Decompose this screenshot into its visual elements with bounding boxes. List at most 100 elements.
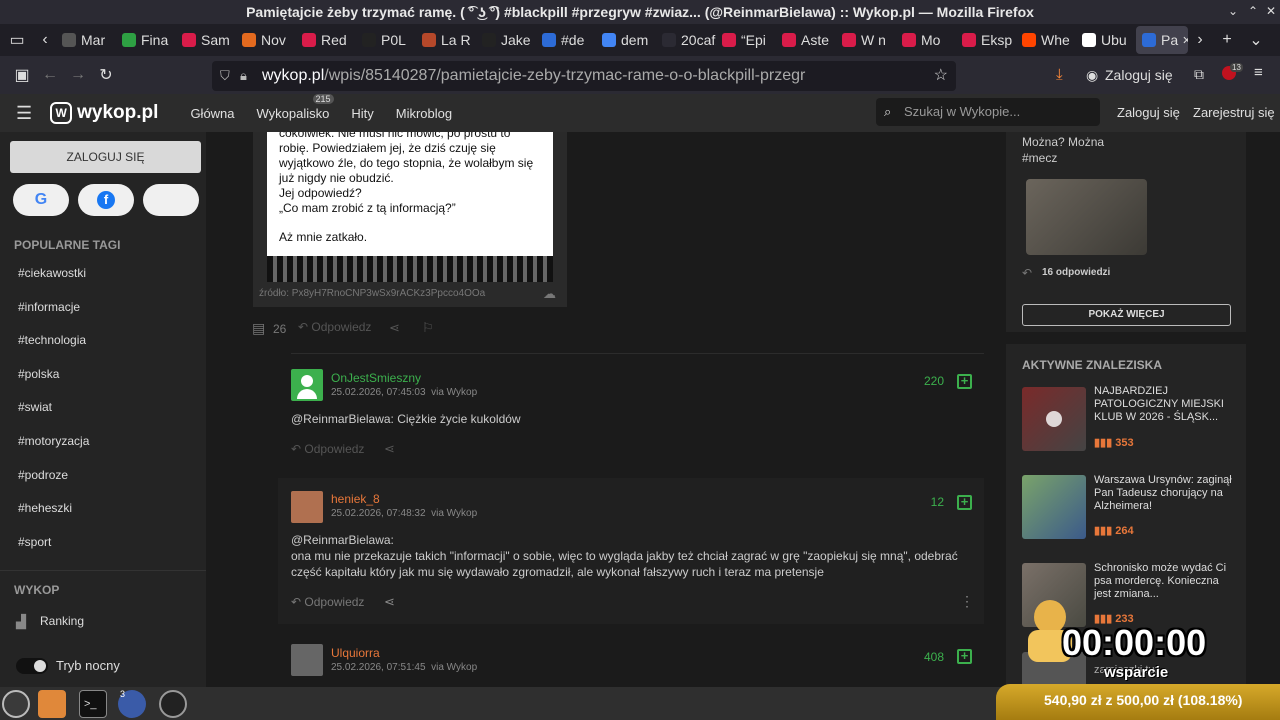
browser-login-label[interactable]: Zaloguj się <box>1105 67 1173 83</box>
sidebar-tag-link[interactable]: #motoryzacja <box>18 425 206 459</box>
finding-title[interactable]: Schronisko może wydać Ci psa mordercę. K… <box>1094 562 1232 601</box>
site-register-link[interactable]: Zarejestruj się <box>1193 105 1275 120</box>
comment-username[interactable]: heniek_8 <box>331 492 380 506</box>
wykop-logo-icon[interactable]: W <box>50 102 73 124</box>
browser-tab[interactable]: Pa ✕ <box>1136 26 1188 54</box>
finding-title[interactable]: NAJBARDZIEJ PATOLOGICZNY MIEJSKI KLUB W … <box>1094 385 1232 424</box>
close-window-icon[interactable]: ✕ <box>1266 4 1276 18</box>
browser-tab[interactable]: Mo <box>896 26 956 54</box>
sidebar-tag-link[interactable]: #ciekawostki <box>18 257 206 291</box>
sidebar-tag-link[interactable]: #polska <box>18 358 206 392</box>
browser-tab[interactable]: “Epi <box>716 26 776 54</box>
site-login-link[interactable]: Zaloguj się <box>1117 105 1180 120</box>
sidebar-tag-link[interactable]: #swiat <box>18 391 206 425</box>
nav-mikroblog[interactable]: Mikroblog <box>396 106 452 121</box>
night-mode-toggle[interactable] <box>16 658 48 674</box>
tab-list-icon[interactable]: ▭ <box>0 30 34 50</box>
comment-username[interactable]: OnJestSmieszny <box>331 371 421 385</box>
browser-tab[interactable]: Nov <box>236 26 296 54</box>
user-avatar[interactable] <box>291 644 323 676</box>
browser-tab[interactable]: Ubu <box>1076 26 1136 54</box>
tab-overflow-icon[interactable]: ⌄ <box>1242 30 1270 50</box>
right-entry-tag[interactable]: #mecz <box>1022 151 1057 165</box>
right-replies-count[interactable]: 16 odpowiedzi <box>1042 267 1110 278</box>
nav-wykopalisko[interactable]: Wykopalisko 215 <box>257 93 334 121</box>
files-icon[interactable] <box>38 690 66 718</box>
account-icon[interactable]: ◉ <box>1086 67 1098 84</box>
ranking-link[interactable]: Ranking <box>40 614 84 628</box>
browser-tab[interactable]: Eksp <box>956 26 1016 54</box>
finding-thumbnail[interactable] <box>1022 475 1086 539</box>
browser-tab[interactable]: P0L <box>356 26 416 54</box>
facebook-login-icon[interactable]: f <box>78 184 134 216</box>
more-options-icon[interactable]: ⋮ <box>960 593 974 610</box>
sidebar-tag-link[interactable]: #heheszki <box>18 492 206 526</box>
finding-thumbnail[interactable] <box>1022 387 1086 451</box>
tabs-scroll-left-icon[interactable]: ‹ <box>34 31 56 49</box>
comment-via: via Wykop <box>431 662 478 673</box>
nav-hity[interactable]: Hity <box>351 106 373 121</box>
shield-icon[interactable]: ⛉ <box>220 61 230 91</box>
downloads-icon[interactable]: ⤓ <box>1056 66 1063 83</box>
obs-icon[interactable] <box>159 690 187 718</box>
sidebar-tag-link[interactable]: #technologia <box>18 324 206 358</box>
reload-icon[interactable]: ↻ <box>92 65 120 85</box>
comments-icon[interactable]: ▤ <box>252 320 265 337</box>
terminal-icon[interactable]: >_ <box>79 690 107 718</box>
bookmark-star-icon[interactable]: ☆ <box>934 61 948 91</box>
maximize-icon[interactable]: ⌃ <box>1248 4 1258 18</box>
favorite-icon[interactable]: ⚐ <box>422 320 434 336</box>
app-menu-icon[interactable] <box>2 690 30 718</box>
sidebar-login-button[interactable]: ZALOGUJ SIĘ <box>10 141 201 173</box>
wykop-section-title: WYKOP <box>14 583 60 597</box>
download-cloud-icon[interactable]: ☁ <box>543 286 556 302</box>
upvote-plus-icon[interactable]: + <box>957 374 972 389</box>
back-icon[interactable]: ← <box>36 66 64 84</box>
share-icon[interactable]: ⋖ <box>384 441 395 457</box>
upvote-plus-icon[interactable]: + <box>957 495 972 510</box>
sidebar-tag-link[interactable]: #podroze <box>18 459 206 493</box>
browser-tab[interactable]: W n <box>836 26 896 54</box>
browser-tab[interactable]: 20caf2 <box>656 26 716 54</box>
sidebar-tag-link[interactable]: #sport <box>18 526 206 560</box>
browser-tab[interactable]: dem <box>596 26 656 54</box>
site-logo[interactable]: wykop.pl <box>77 102 158 124</box>
share-icon[interactable]: ⋖ <box>389 320 400 336</box>
hamburger-icon[interactable]: ☰ <box>16 103 32 124</box>
post-reply-button[interactable]: ↶ Odpowiedz <box>298 320 371 334</box>
browser-tab[interactable]: Red <box>296 26 356 54</box>
new-tab-icon[interactable]: + <box>1212 31 1242 49</box>
minimize-icon[interactable]: ⌄ <box>1228 4 1238 18</box>
menu-icon[interactable]: ≡ <box>1254 64 1263 81</box>
browser-tab[interactable]: Fina <box>116 26 176 54</box>
share-icon[interactable]: ⋖ <box>384 594 395 610</box>
apple-login-icon[interactable] <box>143 184 199 216</box>
user-avatar[interactable] <box>291 369 323 401</box>
lock-icon[interactable]: 🔒︎ <box>240 61 247 91</box>
nav-glowna[interactable]: Główna <box>190 106 234 121</box>
comment-username[interactable]: Ulquiorra <box>331 646 380 660</box>
google-login-icon[interactable]: G <box>13 184 69 216</box>
sidebar-toggle-icon[interactable]: ▣ <box>8 65 36 85</box>
comment-reply-button[interactable]: ↶ Odpowiedz <box>291 595 364 609</box>
browser-tab[interactable]: Mar <box>56 26 116 54</box>
forward-icon[interactable]: → <box>64 66 92 84</box>
browser-tab[interactable]: La R <box>416 26 476 54</box>
post-image[interactable]: cokolwiek. Nie musi nic mówić, po prostu… <box>253 132 567 307</box>
browser-tab[interactable]: Aste <box>776 26 836 54</box>
browser-tab[interactable]: Sam <box>176 26 236 54</box>
tabs-scroll-right-icon[interactable]: › <box>1188 31 1212 49</box>
user-avatar[interactable] <box>291 491 323 523</box>
finding-title[interactable]: Warszawa Ursynów: zaginął Pan Tadeusz ch… <box>1094 474 1232 513</box>
search-input[interactable]: ⌕ Szukaj w Wykopie... <box>876 98 1100 126</box>
upvote-plus-icon[interactable]: + <box>957 649 972 664</box>
extensions-icon[interactable]: ⧉ <box>1194 66 1204 83</box>
sidebar-tag-link[interactable]: #informacje <box>18 291 206 325</box>
browser-tab[interactable]: Jake <box>476 26 536 54</box>
right-entry-image[interactable] <box>1026 179 1147 255</box>
url-bar[interactable]: ⛉ 🔒︎ wykop.pl/wpis/85140287/pamietajcie-… <box>212 61 956 91</box>
browser-tab[interactable]: Whe <box>1016 26 1076 54</box>
comment-reply-button[interactable]: ↶ Odpowiedz <box>291 442 364 456</box>
show-more-button[interactable]: POKAŻ WIĘCEJ <box>1022 304 1231 326</box>
browser-tab[interactable]: #de <box>536 26 596 54</box>
